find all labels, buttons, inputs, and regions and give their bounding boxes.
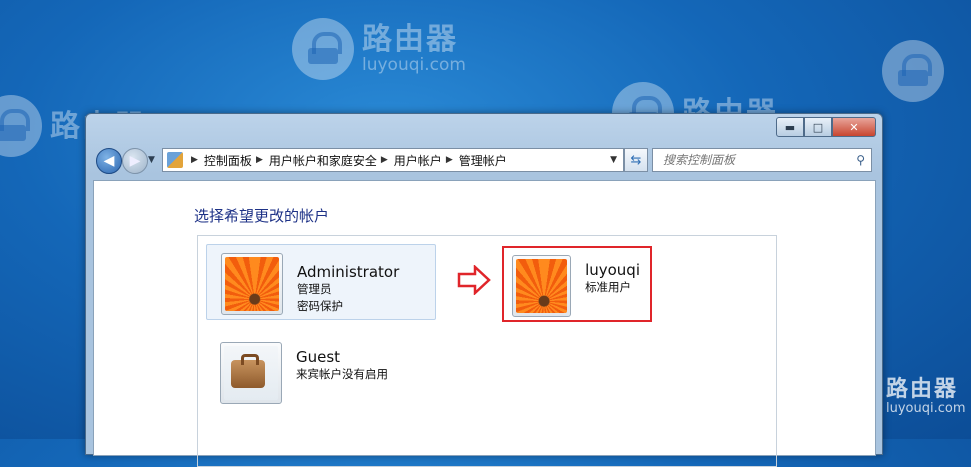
refresh-icon: ⇆ — [630, 152, 642, 168]
account-picture — [221, 253, 283, 315]
account-tile-guest[interactable]: Guest 来宾帐户没有启用 — [220, 342, 388, 404]
breadcrumb-separator-icon[interactable]: ▶ — [256, 155, 263, 165]
control-panel-icon — [167, 152, 183, 168]
suitcase-icon — [224, 346, 278, 400]
watermark-brand-en: luyouqi.com — [362, 55, 466, 76]
close-button[interactable]: ✕ — [832, 117, 876, 137]
orange-flower-icon — [225, 257, 279, 311]
page-title: 选择希望更改的帐户 — [194, 207, 330, 225]
breadcrumb-item-user-accounts[interactable]: 用户帐户 — [394, 152, 442, 169]
watermark-logo — [882, 40, 944, 102]
breadcrumb: ▶ 控制面板 ▶ 用户帐户和家庭安全 ▶ 用户帐户 ▶ 管理帐户 — [187, 152, 507, 169]
main-content: 选择希望更改的帐户 Administrator 管理员 密码保护 luyouqi… — [93, 180, 876, 467]
breadcrumb-item-control-panel[interactable]: 控制面板 — [204, 152, 252, 169]
router-logo-icon — [0, 95, 42, 157]
search-input[interactable] — [661, 152, 845, 168]
breadcrumb-item-user-accounts-family[interactable]: 用户帐户和家庭安全 — [269, 152, 377, 169]
router-logo-icon — [882, 40, 944, 102]
arrow-right-icon — [457, 265, 491, 295]
forward-button[interactable]: ▶ — [122, 148, 148, 174]
recent-pages-dropdown[interactable]: ▼ — [148, 155, 155, 165]
account-tile-administrator[interactable]: Administrator 管理员 密码保护 — [206, 244, 436, 320]
accounts-panel: Administrator 管理员 密码保护 luyouqi 标准用户 Gues… — [197, 235, 777, 467]
navigation-bar: ◀ ▶ ▼ ▶ 控制面板 ▶ 用户帐户和家庭安全 ▶ 用户帐户 ▶ 管理帐户 ▼… — [94, 147, 874, 174]
search-box[interactable]: ⚲ — [652, 148, 872, 172]
maximize-button[interactable]: □ — [804, 117, 832, 137]
breadcrumb-separator-icon[interactable]: ▶ — [446, 155, 453, 165]
minimize-button[interactable]: ▬ — [776, 117, 804, 137]
address-dropdown-icon[interactable]: ▼ — [604, 155, 623, 165]
arrow-right-icon: ▶ — [129, 153, 141, 169]
router-logo-icon — [292, 18, 354, 80]
window-controls: ▬ □ ✕ — [776, 117, 876, 137]
breadcrumb-separator-icon[interactable]: ▶ — [191, 155, 198, 165]
account-name: Guest — [296, 348, 341, 366]
account-type: 管理员 — [297, 282, 332, 296]
back-button[interactable]: ◀ — [96, 148, 122, 174]
arrow-left-icon: ◀ — [103, 153, 115, 169]
watermark-logo: 路由器 luyouqi.com — [292, 18, 466, 80]
search-icon[interactable]: ⚲ — [856, 153, 865, 167]
watermark-brand-cn: 路由器 — [362, 22, 458, 58]
account-status: 来宾帐户没有启用 — [296, 367, 388, 381]
breadcrumb-item-manage-accounts[interactable]: 管理帐户 — [459, 152, 507, 169]
highlight-box — [502, 246, 652, 322]
control-panel-window: ▬ □ ✕ ◀ ▶ ▼ ▶ 控制面板 ▶ 用户帐户和家庭安全 ▶ 用户帐户 ▶ … — [85, 113, 883, 467]
watermark-brand-cn: 路由器 — [886, 376, 959, 402]
account-status: 密码保护 — [297, 299, 343, 313]
account-name: Administrator — [297, 263, 400, 281]
address-bar[interactable]: ▶ 控制面板 ▶ 用户帐户和家庭安全 ▶ 用户帐户 ▶ 管理帐户 ▼ — [162, 148, 624, 172]
refresh-button[interactable]: ⇆ — [624, 148, 648, 172]
breadcrumb-separator-icon[interactable]: ▶ — [381, 155, 388, 165]
watermark-brand-en: luyouqi.com — [886, 400, 966, 416]
account-picture — [220, 342, 282, 404]
